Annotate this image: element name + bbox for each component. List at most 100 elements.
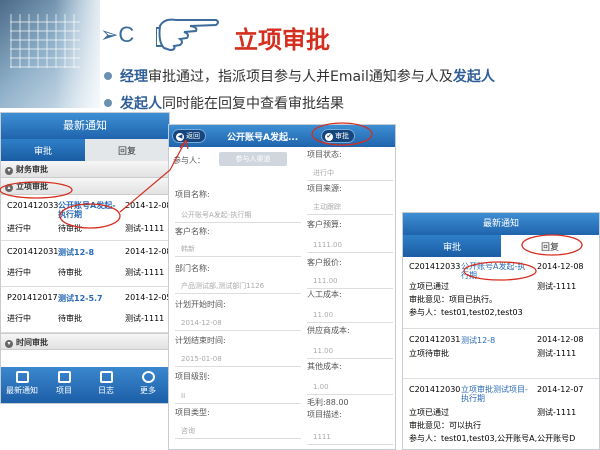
tab-label: 更多	[140, 386, 156, 395]
record-state: 待审批	[58, 314, 82, 323]
group-finance-approval[interactable]: ▾ 财务审批	[1, 161, 169, 178]
list-item[interactable]: C201412031 测试12-8 2014-12-08 立项待审批 测试-11…	[403, 329, 599, 379]
bullet-2-prefix: 发起人	[120, 96, 162, 112]
detail-title: 公开账号A发起...	[227, 133, 299, 143]
gross-profit-label: 毛利:88.00	[307, 398, 349, 407]
detail-header: ◀ 返回 公开账号A发起... ✔ 审批	[169, 125, 395, 147]
field-label: 计划结束时间:	[175, 336, 226, 345]
back-button[interactable]: ◀ 返回	[172, 129, 206, 143]
bottom-tab-bar: 最新通知 项目 日志 更多	[1, 367, 169, 403]
record-opinion: 审批意见：可以执行	[409, 421, 481, 430]
project-type-field[interactable]: 咨询	[175, 423, 301, 439]
record-date: 2014-12-07	[537, 385, 584, 394]
list-item[interactable]: C201412031 测试12-8 2014-12-08 进行中 待审批 测试-…	[1, 241, 169, 287]
record-status: 进行中	[7, 268, 31, 277]
chevron-down-icon: ▾	[5, 340, 13, 348]
plan-start-field[interactable]: 2014-12-08	[175, 315, 301, 331]
record-status: 进行中	[7, 314, 31, 323]
group-label: 立项审批	[16, 182, 48, 191]
other-cost-field[interactable]: 1.00	[307, 379, 393, 395]
slide-title: 立项审批	[234, 26, 330, 54]
record-name-link[interactable]: 测试12-8	[58, 247, 94, 258]
labor-cost-field[interactable]: 11.00	[307, 307, 393, 323]
bullet-1: 经理审批通过，指派项目参与人并Email通知参与人及发起人	[104, 66, 495, 86]
group-project-approval[interactable]: ▴ 立项审批	[1, 178, 169, 195]
project-name-field[interactable]: 公开账号A发起-执行期	[175, 207, 301, 223]
record-name-link[interactable]: 公开账号A发起-执行期	[58, 201, 116, 219]
list-item[interactable]: C201412030 立项审批测试项目-执行期 2014-12-07 立项已通过…	[403, 379, 599, 449]
record-assignee: 测试-1111	[537, 408, 577, 417]
bullet-1-text: 审批通过，指派项目参与人并Email通知参与人及	[148, 69, 453, 85]
tab-label: 最新通知	[6, 386, 38, 395]
field-label: 其他成本:	[307, 362, 342, 371]
message-icon	[15, 371, 29, 383]
field-label: 项目类型:	[175, 408, 210, 417]
grid-icon	[99, 371, 113, 383]
reply-list-panel: 最新通知 审批 回复 C201412033 公开账号A发起-执行期 2014-1…	[402, 212, 600, 450]
plan-end-field[interactable]: 2015-01-08	[175, 351, 301, 367]
record-assignee: 测试-1111	[537, 282, 577, 291]
field-label: 供应商成本:	[307, 326, 350, 335]
field-label: 客户预算:	[307, 220, 342, 229]
department-field[interactable]: 产品测试部,测试部门1126	[175, 278, 301, 294]
list-item[interactable]: C201412033 公开账号A发起-执行期 2014-12-08 立项已通过 …	[403, 257, 599, 329]
customer-budget-field[interactable]: 1111.00	[307, 237, 393, 253]
group-time-approval[interactable]: ▾ 时间审批	[1, 333, 169, 350]
project-description-field[interactable]: 1111	[307, 429, 393, 445]
notification-list-panel: 最新通知 审批 回复 ▾ 财务审批 ▴ 立项审批 C201412033 公开账号A发…	[0, 112, 170, 404]
field-label: 客户报价:	[307, 258, 342, 267]
supplier-cost-field[interactable]: 11.00	[307, 343, 393, 359]
field-label: 项目状态:	[307, 150, 342, 159]
customer-quote-field[interactable]: 111.00	[307, 273, 393, 289]
pointing-hand-icon	[156, 18, 219, 52]
record-id: C201412031	[409, 335, 461, 344]
record-id: C201412030	[409, 385, 461, 394]
approve-button[interactable]: ✔ 审批	[321, 129, 355, 143]
record-name-link[interactable]: 测试12-8	[461, 335, 495, 346]
chevron-up-icon: ▴	[5, 184, 13, 192]
record-id: P201412017	[7, 293, 58, 302]
panel-title: 最新通知	[1, 113, 169, 139]
record-status: 立项已通过	[409, 282, 449, 291]
tab-label: 日志	[98, 386, 114, 395]
bullet-2-text: 同时能在回复中查看审批结果	[162, 96, 344, 112]
list-item[interactable]: P201412017 测试12-5.7 2014-12-05 进行中 待审批 测…	[1, 287, 169, 333]
participant-label: 参与人：	[173, 156, 205, 165]
segmented-control: 审批 回复	[403, 235, 599, 257]
tab-log[interactable]: 日志	[85, 367, 127, 403]
field-label: 项目级别:	[175, 372, 210, 381]
field-label: 客户名称:	[175, 227, 210, 236]
list-item[interactable]: C201412033 公开账号A发起-执行期 2014-12-08 进行中 待审…	[1, 195, 169, 241]
tab-label: 项目	[56, 386, 72, 395]
field-label: 项目描述:	[307, 410, 342, 419]
record-date: 2014-12-08	[125, 201, 170, 210]
field-label: 人工成本:	[307, 290, 342, 299]
field-label: 计划开始时间:	[175, 300, 226, 309]
record-status: 进行中	[7, 224, 31, 233]
record-name-link[interactable]: 测试12-5.7	[58, 293, 103, 304]
project-source-field[interactable]: 主动跟踪	[307, 199, 393, 215]
project-status-field[interactable]: 进行中	[307, 165, 393, 181]
tab-reply[interactable]: 回复	[501, 235, 599, 257]
project-level-field[interactable]: II	[175, 388, 301, 404]
customer-name-field[interactable]: 韩新	[175, 241, 301, 257]
record-opinion: 审批意见：项目已执行。	[409, 295, 497, 304]
tab-more[interactable]: 更多	[127, 367, 169, 403]
record-assignee: 测试-1111	[125, 224, 165, 233]
tab-project[interactable]: 项目	[43, 367, 85, 403]
record-name-link[interactable]: 公开账号A发起-执行期	[461, 262, 531, 280]
record-name-link[interactable]: 立项审批测试项目-执行期	[461, 385, 533, 403]
tab-approve[interactable]: 审批	[403, 235, 501, 257]
field-label: 部门名称:	[175, 264, 210, 273]
record-assignee: 测试-1111	[537, 349, 577, 358]
tab-latest-notification[interactable]: 最新通知	[1, 367, 43, 403]
record-assignee: 测试-1111	[125, 314, 165, 323]
project-detail-panel: ◀ 返回 公开账号A发起... ✔ 审批 参与人： 参与人渠道 项目名称: 公开账号…	[168, 124, 396, 450]
more-icon	[141, 371, 155, 383]
tab-reply[interactable]: 回复	[85, 139, 169, 161]
record-id: C201412031	[7, 247, 59, 256]
record-state: 待审批	[58, 268, 82, 277]
participant-select-button[interactable]: 参与人渠道	[219, 152, 287, 166]
tab-approve[interactable]: 审批	[1, 139, 85, 161]
folder-icon	[57, 371, 71, 383]
